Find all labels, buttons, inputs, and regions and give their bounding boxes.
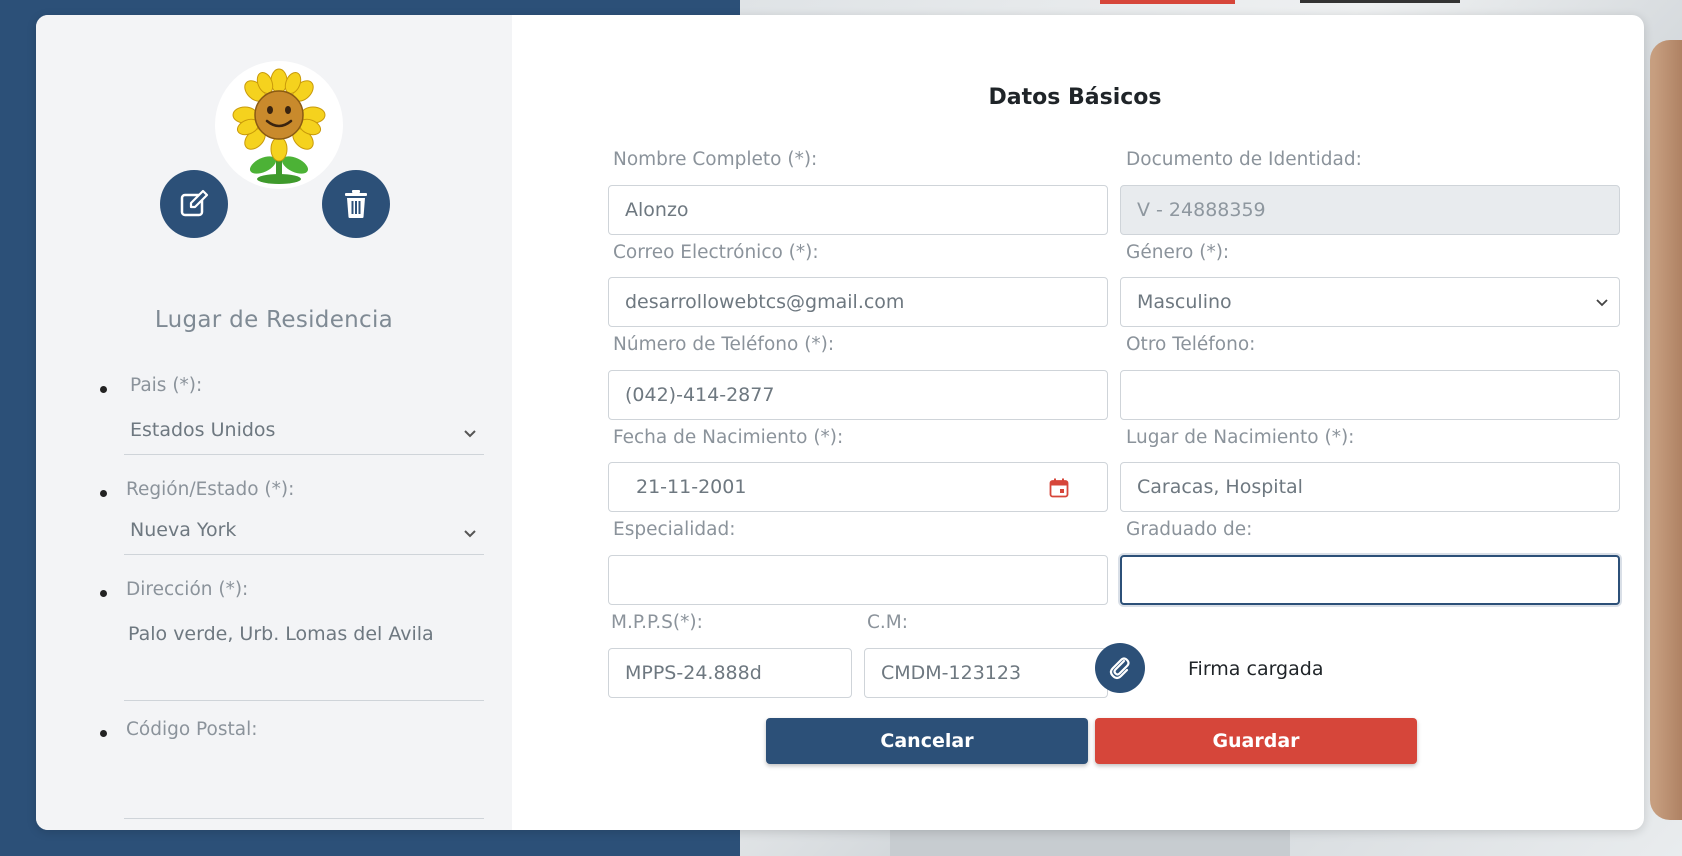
cm-value: CMDM-123123 (881, 662, 1022, 684)
bullet (100, 386, 107, 393)
phone-input[interactable]: (042)-414-2877 (608, 370, 1108, 420)
email-input[interactable]: desarrollowebtcs@gmail.com (608, 277, 1108, 327)
mpps-label: M.P.P.S(*): (611, 612, 703, 633)
gender-label: Género (*): (1126, 242, 1230, 263)
mpps-value: MPPS-24.888d (625, 662, 762, 684)
birth-place-value: Caracas, Hospital (1137, 476, 1303, 498)
postal-input[interactable] (124, 753, 484, 819)
form-title: Datos Básicos (988, 85, 1162, 110)
calendar-icon[interactable] (1049, 478, 1069, 498)
postal-label: Código Postal: (126, 719, 258, 740)
delete-photo-button[interactable] (322, 170, 390, 238)
signature-status: Firma cargada (1188, 658, 1324, 680)
region-label: Región/Estado (*): (126, 479, 295, 500)
chevron-down-icon (1596, 299, 1608, 307)
cm-input[interactable]: CMDM-123123 (864, 648, 1108, 698)
save-button[interactable]: Guardar (1095, 718, 1417, 764)
email-label: Correo Electrónico (*): (613, 242, 819, 263)
edit-photo-button[interactable] (160, 170, 228, 238)
country-label: Pais (*): (130, 375, 203, 396)
residence-title: Lugar de Residencia (154, 307, 394, 333)
attach-signature-button[interactable] (1095, 643, 1145, 693)
birth-place-input[interactable]: Caracas, Hospital (1120, 462, 1620, 512)
id-document-label: Documento de Identidad: (1126, 149, 1362, 170)
full-name-value: Alonzo (625, 199, 689, 221)
trash-icon (345, 190, 367, 218)
full-name-label: Nombre Completo (*): (613, 149, 818, 170)
cm-label: C.M: (867, 612, 908, 633)
cancel-button[interactable]: Cancelar (766, 718, 1088, 764)
background-detail (1300, 0, 1460, 3)
birth-place-label: Lugar de Nacimiento (*): (1126, 427, 1355, 448)
bullet (100, 490, 107, 497)
address-label: Dirección (*): (126, 579, 249, 600)
sunflower-icon (232, 68, 326, 184)
address-value: Palo verde, Urb. Lomas del Avila (128, 623, 434, 645)
graduated-from-input[interactable] (1120, 555, 1620, 605)
chevron-down-icon (464, 530, 476, 538)
birth-date-label: Fecha de Nacimiento (*): (613, 427, 844, 448)
gender-value: Masculino (1137, 291, 1232, 313)
chevron-down-icon (464, 430, 476, 438)
country-value: Estados Unidos (130, 419, 276, 441)
profile-card: Lugar de Residencia Pais (*): Estados Un… (36, 15, 1644, 830)
background-detail (1650, 40, 1682, 820)
address-textarea[interactable]: Palo verde, Urb. Lomas del Avila (124, 613, 484, 701)
background-detail (1100, 0, 1235, 4)
other-phone-label: Otro Teléfono: (1126, 334, 1256, 355)
country-select[interactable]: Estados Unidos (124, 413, 484, 455)
residence-panel: Lugar de Residencia Pais (*): Estados Un… (36, 15, 512, 830)
birth-date-input[interactable]: 21-11-2001 (608, 462, 1108, 512)
bullet (100, 730, 107, 737)
id-document-value: V - 24888359 (1137, 199, 1266, 221)
other-phone-input[interactable] (1120, 370, 1620, 420)
email-value: desarrollowebtcs@gmail.com (625, 291, 905, 313)
phone-value: (042)-414-2877 (625, 384, 775, 406)
id-document-input: V - 24888359 (1120, 185, 1620, 235)
birth-date-value: 21-11-2001 (636, 476, 747, 498)
specialty-label: Especialidad: (613, 519, 736, 540)
graduated-from-label: Graduado de: (1126, 519, 1253, 540)
full-name-input[interactable]: Alonzo (608, 185, 1108, 235)
region-select[interactable]: Nueva York (124, 513, 484, 555)
specialty-input[interactable] (608, 555, 1108, 605)
bullet (100, 590, 107, 597)
avatar (215, 61, 343, 189)
edit-icon (180, 189, 209, 217)
region-value: Nueva York (130, 519, 237, 541)
gender-select[interactable]: Masculino (1120, 277, 1620, 327)
paperclip-icon (1109, 657, 1130, 680)
phone-label: Número de Teléfono (*): (613, 334, 835, 355)
basic-data-form: Datos Básicos Nombre Completo (*): Alonz… (512, 15, 1644, 830)
mpps-input[interactable]: MPPS-24.888d (608, 648, 852, 698)
